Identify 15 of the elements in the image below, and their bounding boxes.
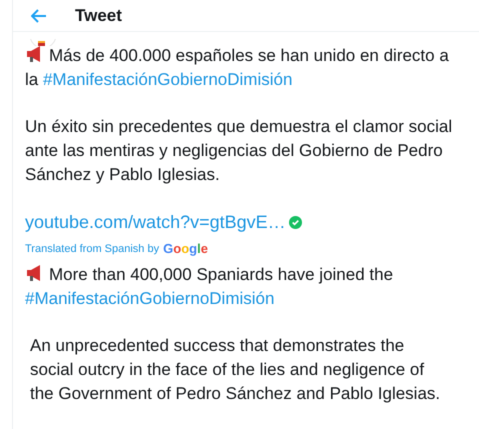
tweet-text: Más de 400.000 españoles se han unido en directo a la #ManifestaciónGobiernoDimisión: [25, 44, 450, 91]
tweet-text: Un éxito sin precedentes que demuestra el clamor social ante las mentiras y negligencias del Gobierno de Pedro Sánchez y Pablo Iglesias.: [25, 116, 454, 186]
page-title: Tweet: [75, 6, 122, 26]
tweet-text: More than 400,000 Spaniards have joined the #ManifestaciónGobiernoDimisión: [25, 263, 394, 310]
back-arrow-icon[interactable]: [31, 8, 47, 22]
tweet-text: An unprecedented success that demonstrates the social outcry in the face of the lies and negligence of the Government of Pedro Sánchez and Pablo Iglesias.: [29, 335, 442, 405]
google-logo: Google: [163, 240, 208, 258]
translation-note: Translated from Spanish by: [25, 242, 160, 257]
avatar-icon: [29, 36, 57, 46]
hashtag-link[interactable]: #ManifestaciónGobiernoDimisión: [42, 70, 292, 89]
megaphone-icon: [25, 45, 43, 63]
video-link[interactable]: youtube.com/watch?v=gtBgvE…: [25, 210, 302, 234]
verified-check-icon: [288, 216, 302, 228]
hashtag-link[interactable]: #ManifestaciónGobiernoDimisión: [25, 289, 274, 308]
megaphone-icon: [25, 264, 43, 282]
